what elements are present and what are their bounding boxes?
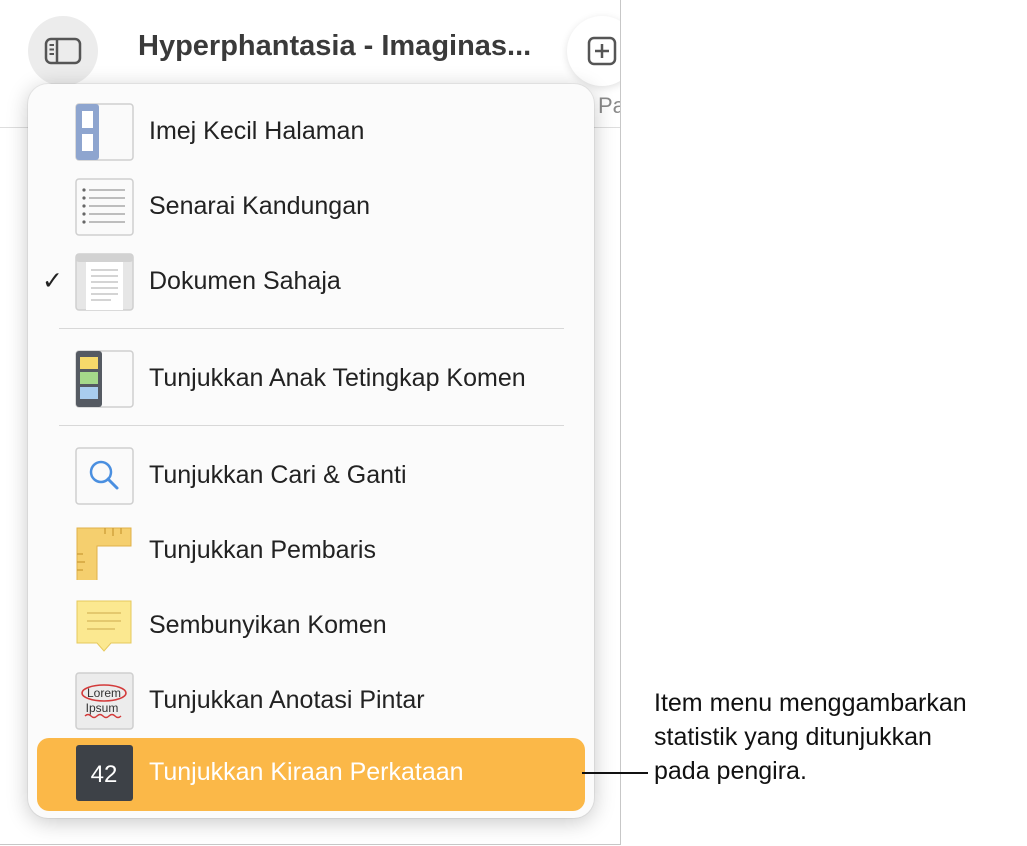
- menu-item-hide-comments[interactable]: Sembunyikan Komen: [28, 588, 594, 663]
- menu-item-page-thumbnails[interactable]: Imej Kecil Halaman: [28, 94, 594, 169]
- menu-item-ruler[interactable]: Tunjukkan Pembaris: [28, 513, 594, 588]
- callout-line: Item menu menggambarkan: [654, 689, 967, 717]
- sidebar-icon: [44, 37, 82, 65]
- menu-item-label: Tunjukkan Kiraan Perkataan: [149, 758, 464, 786]
- menu-item-label: Tunjukkan Anotasi Pintar: [149, 686, 425, 714]
- comment-note-icon: [76, 600, 132, 652]
- menu-item-label: Senarai Kandungan: [149, 192, 371, 220]
- menu-item-label: Tunjukkan Pembaris: [149, 536, 376, 564]
- add-button-label: Pa: [598, 93, 620, 118]
- menu-item-label: Tunjukkan Cari & Ganti: [149, 461, 407, 489]
- page-thumbnails-icon: [75, 103, 134, 161]
- comments-pane-icon: [75, 350, 134, 408]
- menu-item-label: Dokumen Sahaja: [149, 267, 341, 295]
- callout-line: pada pengira.: [654, 757, 807, 785]
- checkmark-icon: ✓: [42, 267, 63, 295]
- menu-item-label: Imej Kecil Halaman: [149, 117, 365, 145]
- word-count-icon: 42: [76, 745, 133, 801]
- callout-line: statistik yang ditunjukkan: [654, 723, 932, 751]
- menu-item-document-only[interactable]: ✓ Dokumen Sahaja: [28, 244, 594, 319]
- view-menu: Imej Kecil Halaman Senarai Kandungan ✓ D…: [28, 84, 594, 818]
- add-button[interactable]: [567, 16, 620, 86]
- word-count-value: 42: [91, 761, 118, 788]
- menu-item-smart-annotation[interactable]: Lorem Ipsum Tunjukkan Anotasi Pintar: [28, 663, 594, 738]
- annotation-sample-word: Lorem: [87, 686, 121, 700]
- menu-item-table-of-contents[interactable]: Senarai Kandungan: [28, 169, 594, 244]
- document-only-icon: [75, 253, 134, 311]
- magnifier-icon: [75, 447, 134, 505]
- menu-separator: [59, 425, 564, 426]
- sidebar-toggle-button[interactable]: [28, 16, 98, 86]
- menu-item-label: Sembunyikan Komen: [149, 611, 387, 639]
- smart-annotation-icon: Lorem Ipsum: [75, 672, 134, 730]
- ruler-icon: [76, 527, 132, 580]
- menu-item-find-replace[interactable]: Tunjukkan Cari & Ganti: [28, 438, 594, 513]
- document-title: Hyperphantasia - Imaginas...: [138, 30, 532, 62]
- callout-text: Item menu menggambarkan statistik yang d…: [654, 686, 1026, 788]
- menu-item-label: Tunjukkan Anak Tetingkap Komen: [149, 364, 526, 392]
- menu-item-comments-pane[interactable]: Tunjukkan Anak Tetingkap Komen: [28, 341, 594, 416]
- plus-square-icon: [587, 36, 617, 66]
- callout-leader-line: [582, 772, 648, 774]
- menu-item-word-count[interactable]: 42 Tunjukkan Kiraan Perkataan: [28, 735, 594, 811]
- table-of-contents-icon: [75, 178, 134, 236]
- menu-separator: [59, 328, 564, 329]
- annotation-sample-word: Ipsum: [86, 701, 119, 715]
